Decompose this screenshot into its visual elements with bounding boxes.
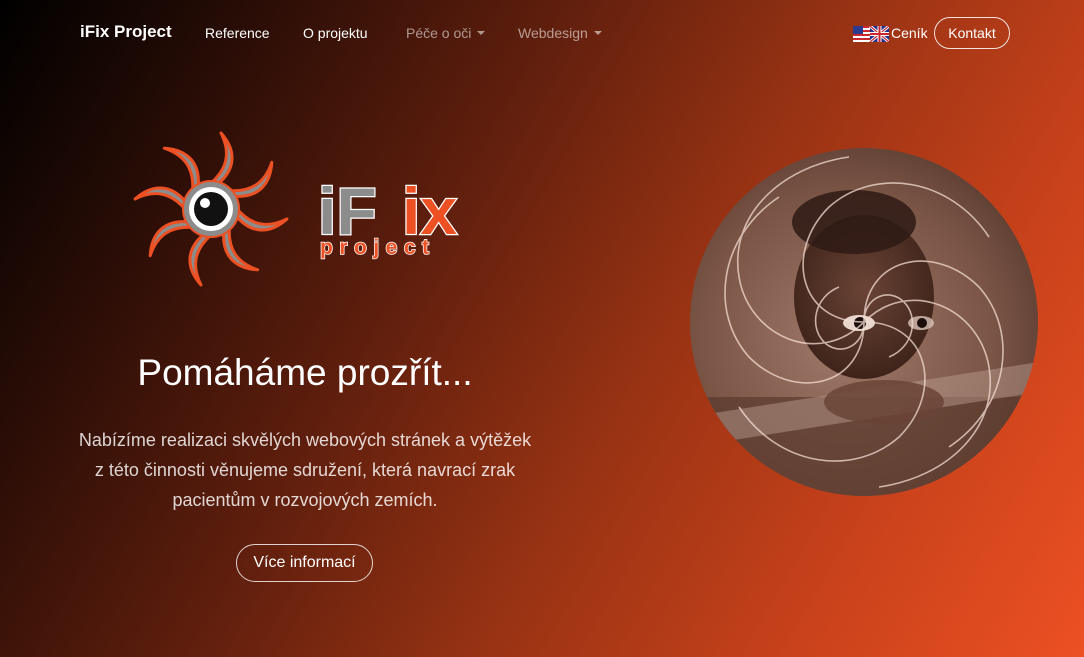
nav-item-label: Webdesign (518, 25, 588, 41)
nav-dropdown-webdesign[interactable]: Webdesign (518, 25, 602, 41)
navbar: iFix Project Reference O projektu Péče o… (0, 0, 1084, 66)
language-switch-flag-icon[interactable] (853, 24, 890, 47)
hero-description: Nabízíme realizaci skvělých webových str… (60, 425, 550, 515)
logo-eye-icon (132, 130, 290, 293)
hero-title: Pomáháme prozřít... (137, 352, 473, 393)
caret-down-icon (477, 31, 486, 35)
nav-dropdown-pece-o-oci[interactable]: Péče o oči (406, 25, 486, 41)
nav-item-label: O projektu (303, 25, 368, 41)
hero-description-line: z této činnosti věnujeme sdružení, která… (94, 460, 516, 480)
nav-item-label: Péče o oči (406, 25, 472, 41)
logo-wordmark: iF ix project (317, 170, 468, 267)
caret-down-icon (593, 31, 602, 35)
hero-photo (689, 147, 1039, 502)
more-info-button[interactable]: Více informací (236, 544, 373, 582)
nav-item-reference[interactable]: Reference (205, 25, 270, 41)
nav-item-label: Reference (205, 25, 270, 41)
svg-text:project: project (320, 236, 436, 259)
nav-item-o-projektu[interactable]: O projektu (303, 25, 368, 41)
brand-link[interactable]: iFix Project (80, 22, 172, 42)
hero-description-line: Nabízíme realizaci skvělých webových str… (78, 430, 532, 450)
contact-button[interactable]: Kontakt (934, 17, 1010, 49)
hero-description-line: pacientům v rozvojových zemích. (172, 490, 438, 510)
price-link[interactable]: Ceník (891, 25, 928, 41)
